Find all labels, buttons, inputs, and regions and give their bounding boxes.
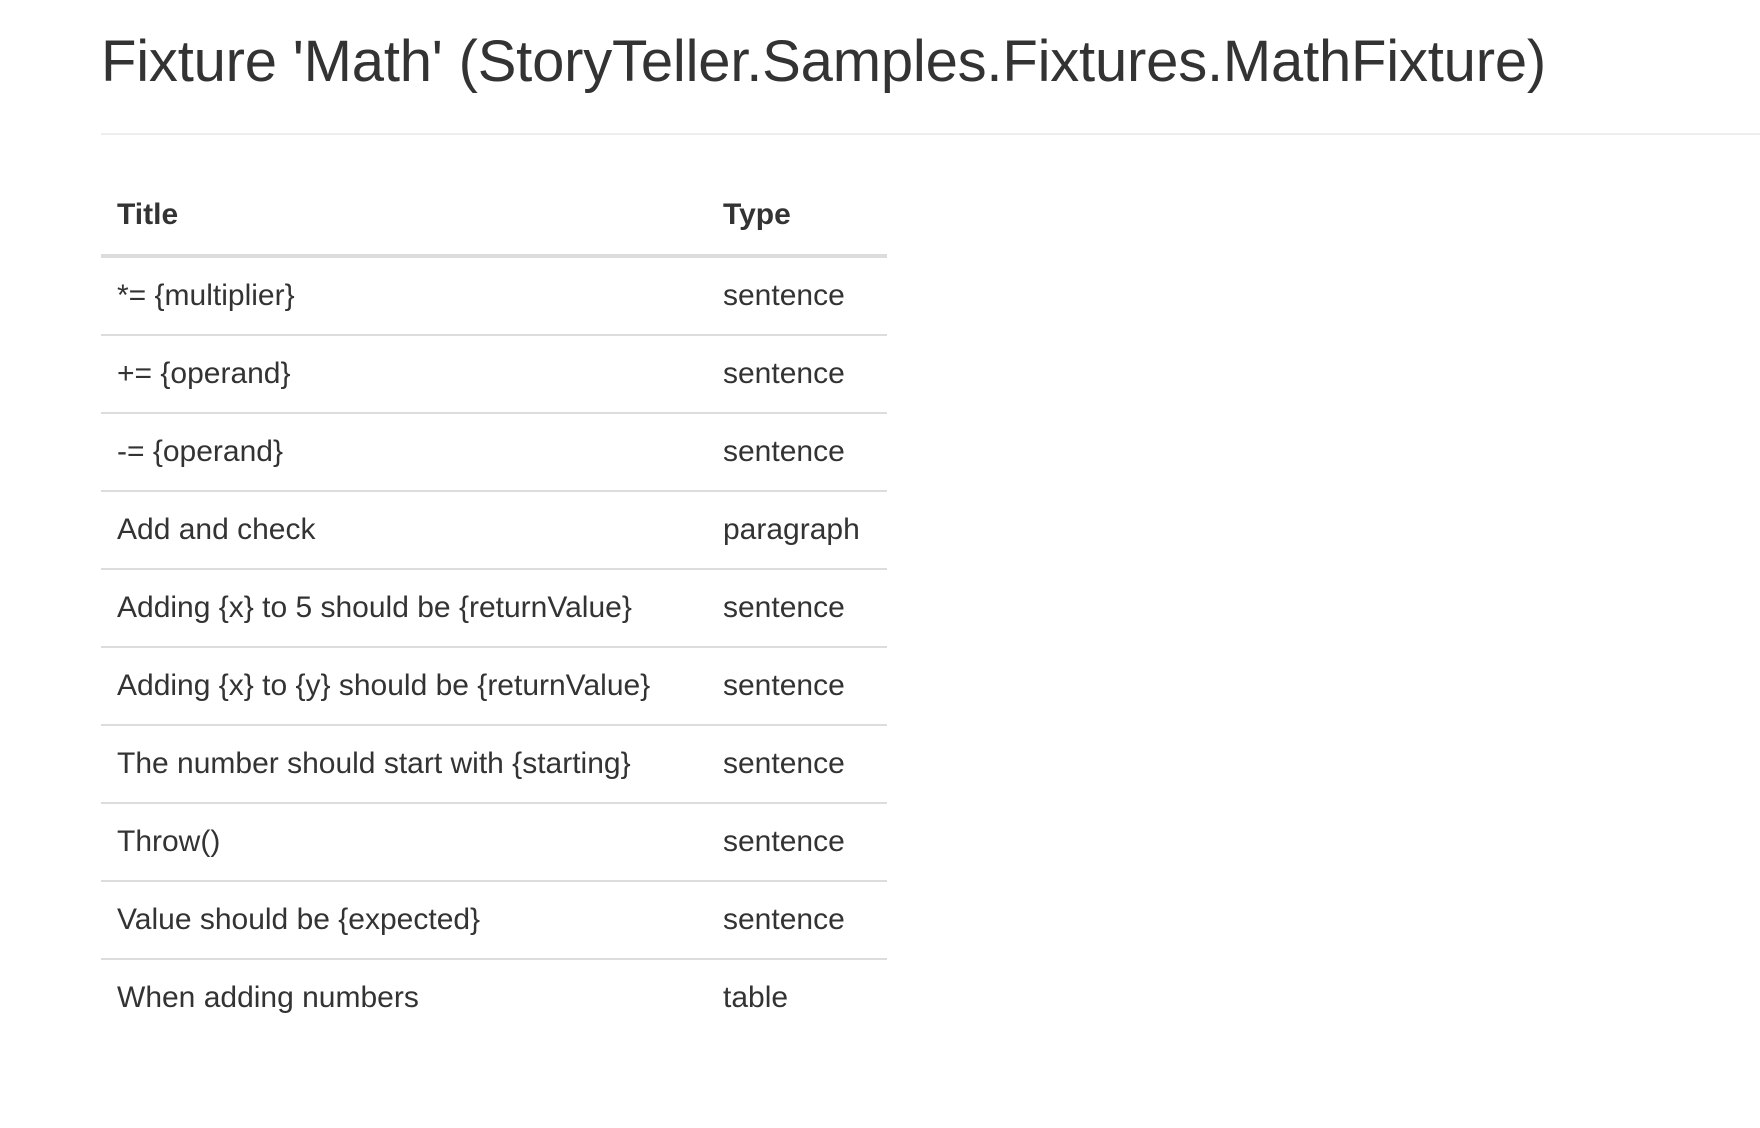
table-row: Value should be {expected} sentence xyxy=(101,881,887,960)
grammar-title-cell: Add and check xyxy=(101,491,707,570)
grammar-type-cell: table xyxy=(723,981,789,1014)
grammar-title-cell: Value should be {expected} xyxy=(101,881,707,960)
grammar-title-cell: When adding numbers xyxy=(117,981,419,1014)
grammar-title-cell: += {operand} xyxy=(101,335,707,414)
table-header: Title Type xyxy=(101,176,887,258)
grammar-title-cell: *= {multiplier} xyxy=(101,256,707,336)
column-header-title: Title xyxy=(101,176,707,258)
grammar-type-cell: sentence xyxy=(707,256,887,336)
table-row: Adding {x} to {y} should be {returnValue… xyxy=(101,647,887,726)
table-row: When adding numbers table xyxy=(101,959,887,1036)
grammar-title-cell: Adding {x} to 5 should be {returnValue} xyxy=(101,569,707,648)
grammar-title-cell: Adding {x} to {y} should be {returnValue… xyxy=(101,647,707,726)
grammar-title-cell: -= {operand} xyxy=(101,413,707,492)
grammar-type-cell: sentence xyxy=(707,725,887,804)
table-row: *= {multiplier} sentence xyxy=(101,256,887,336)
grammar-type-cell: sentence xyxy=(707,803,887,882)
grammar-type-cell: sentence xyxy=(707,569,887,648)
grammar-type-cell: sentence xyxy=(707,881,887,960)
table-row: Throw() sentence xyxy=(101,803,887,882)
table-header-row: Title Type xyxy=(101,176,887,258)
grammar-type-cell: sentence xyxy=(707,647,887,726)
table-row: Adding {x} to 5 should be {returnValue} … xyxy=(101,569,887,648)
table-row: -= {operand} sentence xyxy=(101,413,887,492)
table-row: Add and check paragraph xyxy=(101,491,887,570)
grammar-type-cell: paragraph xyxy=(707,491,887,570)
grammar-type-cell: sentence xyxy=(707,413,887,492)
column-header-type: Type xyxy=(707,176,887,258)
table-row: The number should start with {starting} … xyxy=(101,725,887,804)
table-body: *= {multiplier} sentence += {operand} se… xyxy=(101,256,887,1036)
table-row: += {operand} sentence xyxy=(101,335,887,414)
title-divider xyxy=(101,133,1760,135)
page-title: Fixture 'Math' (StoryTeller.Samples.Fixt… xyxy=(101,29,1547,94)
grammar-title-cell: The number should start with {starting} xyxy=(101,725,707,804)
grammar-title-cell: Throw() xyxy=(101,803,707,882)
grammar-type-cell: sentence xyxy=(707,335,887,414)
grammar-table: Title Type *= {multiplier} sentence += {… xyxy=(101,176,887,1036)
